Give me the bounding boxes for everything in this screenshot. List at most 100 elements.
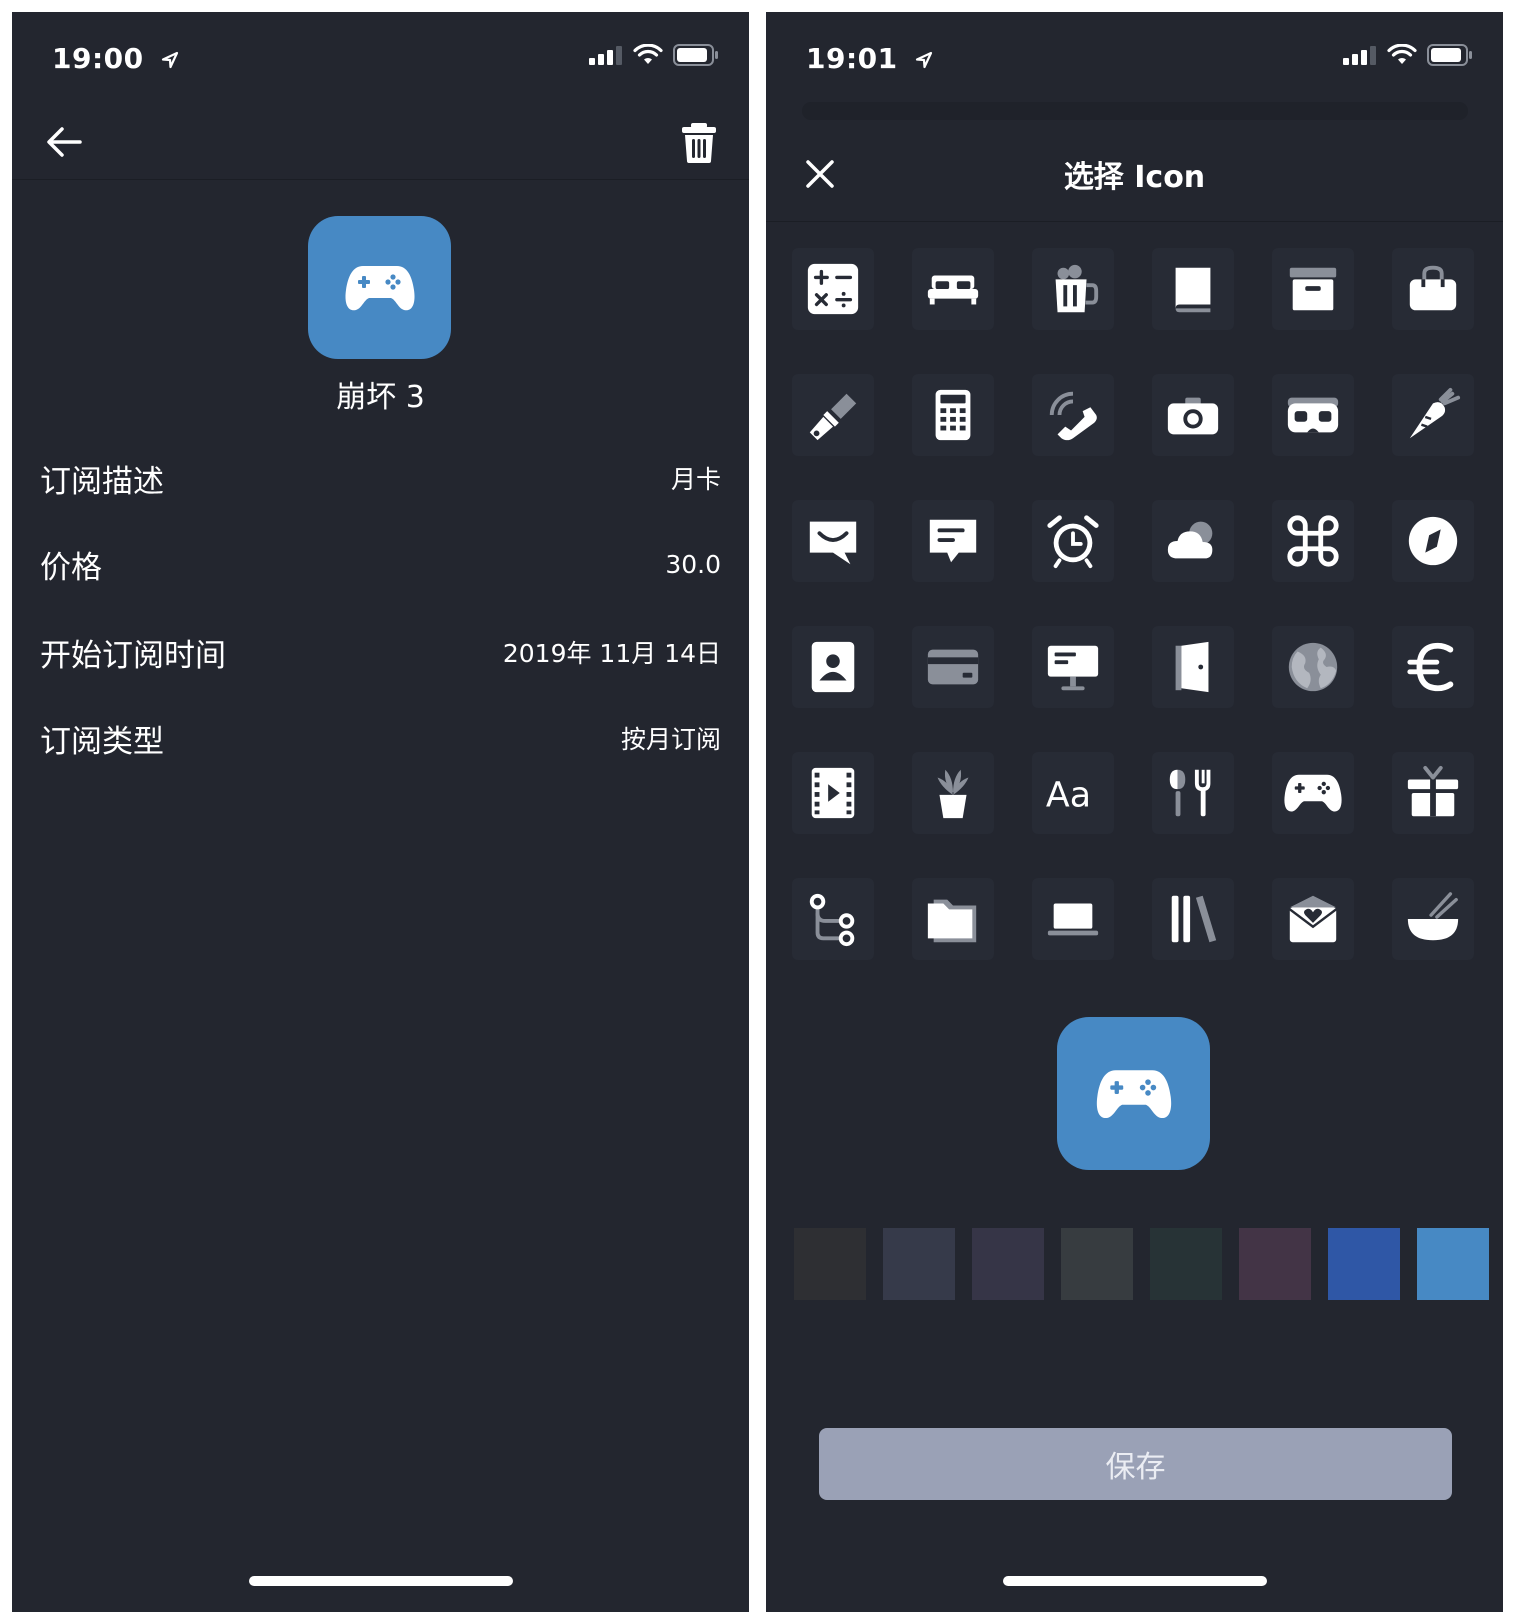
icon-option-carrot[interactable] (1392, 374, 1474, 456)
icon-option-bed[interactable] (912, 248, 994, 330)
chat-smile-icon (809, 521, 857, 565)
icon-option-phone-ringing[interactable] (1032, 374, 1114, 456)
status-icons (589, 44, 719, 66)
app-icon (308, 216, 451, 359)
cloud-icon (1167, 521, 1213, 559)
icon-option-love-letter[interactable] (1272, 878, 1354, 960)
icon-option-plant-pot[interactable] (912, 752, 994, 834)
icon-option-shopping-bag[interactable] (1392, 248, 1474, 330)
detail-label: 订阅描述 (40, 463, 164, 500)
carrot-icon (1409, 387, 1461, 439)
icon-option-font[interactable]: Aa (1032, 752, 1114, 834)
icon-option-gift[interactable] (1392, 752, 1474, 834)
icon-option-film[interactable] (792, 752, 874, 834)
detail-label: 价格 (40, 549, 102, 586)
icon-option-alarm-clock[interactable] (1032, 500, 1114, 582)
book-icon (1175, 267, 1211, 313)
icon-option-git-branch[interactable] (792, 878, 874, 960)
subscription-detail-screen: 19:00 崩坏 3 订阅描述 月卡 价格 30.0 开始订阅时间 2019年 … (12, 12, 749, 1612)
color-swatch[interactable] (883, 1228, 955, 1300)
detail-row-price[interactable]: 价格 30.0 (40, 534, 721, 594)
wifi-icon (633, 44, 663, 64)
navigation-bar (12, 102, 749, 180)
icon-option-calculator-pad[interactable] (912, 374, 994, 456)
save-button[interactable]: 保存 (819, 1428, 1452, 1500)
status-time-text: 19:01 (806, 42, 898, 75)
detail-value: 2019年 11月 14日 (502, 639, 721, 668)
icon-option-chat-message[interactable] (912, 500, 994, 582)
gamepad-icon (1096, 1069, 1171, 1118)
icon-option-command-key[interactable] (1272, 500, 1354, 582)
icon-option-archive-box[interactable] (1272, 248, 1354, 330)
icon-option-rice-bowl[interactable] (1392, 878, 1474, 960)
detail-row-type[interactable]: 订阅类型 按月订阅 (40, 708, 721, 768)
icon-option-desktop-monitor[interactable] (1032, 626, 1114, 708)
icon-option-chat-smile[interactable] (792, 500, 874, 582)
signal-icon (589, 46, 622, 65)
status-time-text: 19:00 (52, 42, 144, 75)
detail-row-description[interactable]: 订阅描述 月卡 (40, 448, 721, 508)
back-arrow-icon[interactable] (42, 120, 86, 164)
beer-mug-icon (1055, 264, 1099, 313)
icon-option-library-books[interactable] (1152, 878, 1234, 960)
detail-label: 订阅类型 (40, 723, 164, 760)
icon-option-globe[interactable] (1272, 626, 1354, 708)
selected-icon-preview (1057, 1017, 1210, 1170)
status-bar: 19:01 (766, 12, 1503, 102)
icon-option-folder[interactable] (912, 878, 994, 960)
icon-option-door[interactable] (1152, 626, 1234, 708)
gamepad-icon (1284, 774, 1342, 812)
sheet-title: 选择 Icon (1063, 160, 1206, 195)
shopping-bag-icon (1409, 265, 1457, 311)
color-swatch[interactable] (1328, 1228, 1400, 1300)
folder-icon (927, 899, 977, 943)
font-icon: Aa (1046, 776, 1091, 816)
detail-row-start-date[interactable]: 开始订阅时间 2019年 11月 14日 (40, 622, 721, 682)
icon-option-euro[interactable] (1392, 626, 1474, 708)
laptop-icon (1047, 903, 1099, 936)
phone-ringing-icon (1049, 391, 1097, 441)
icon-option-laptop[interactable] (1032, 878, 1114, 960)
color-swatch[interactable] (794, 1228, 866, 1300)
status-time: 19:01 (806, 42, 934, 75)
color-swatch[interactable] (1239, 1228, 1311, 1300)
location-arrow-icon (161, 51, 178, 69)
trash-icon[interactable] (679, 120, 719, 164)
icon-option-credit-card[interactable] (912, 626, 994, 708)
icon-option-paint-brush[interactable] (792, 374, 874, 456)
paint-brush-icon (809, 393, 857, 441)
icon-option-utensils[interactable] (1152, 752, 1234, 834)
sheet-header: 选择 Icon (766, 130, 1503, 222)
battery-icon (673, 44, 718, 66)
icon-option-vr-headset[interactable] (1272, 374, 1354, 456)
location-arrow-icon (915, 51, 932, 69)
icon-option-gamepad[interactable] (1272, 752, 1354, 834)
detail-value: 按月订阅 (620, 725, 721, 754)
battery-icon (1427, 44, 1472, 66)
bed-icon (927, 275, 979, 305)
status-bar: 19:00 (12, 12, 749, 102)
icon-option-book[interactable] (1152, 248, 1234, 330)
icon-option-contact-card[interactable] (792, 626, 874, 708)
font-icon-text: Aa (1046, 776, 1091, 816)
status-icons (1343, 44, 1473, 66)
icon-option-cloud[interactable] (1152, 500, 1234, 582)
sheet-handle[interactable] (802, 102, 1468, 120)
color-swatch[interactable] (1150, 1228, 1222, 1300)
git-branch-icon (809, 893, 855, 947)
icon-option-calculator[interactable] (792, 248, 874, 330)
color-swatch-selected[interactable] (1417, 1228, 1489, 1300)
archive-box-icon (1289, 267, 1337, 311)
love-letter-icon (1289, 895, 1337, 943)
icon-option-camera[interactable] (1152, 374, 1234, 456)
gift-icon (1407, 765, 1459, 817)
color-swatch[interactable] (972, 1228, 1044, 1300)
desktop-monitor-icon (1047, 645, 1099, 691)
color-swatch[interactable] (1061, 1228, 1133, 1300)
status-time: 19:00 (52, 42, 180, 75)
alarm-clock-icon (1047, 515, 1099, 569)
gamepad-icon (344, 265, 415, 310)
icon-option-compass[interactable] (1392, 500, 1474, 582)
vr-headset-icon (1287, 397, 1339, 433)
icon-option-beer-mug[interactable] (1032, 248, 1114, 330)
